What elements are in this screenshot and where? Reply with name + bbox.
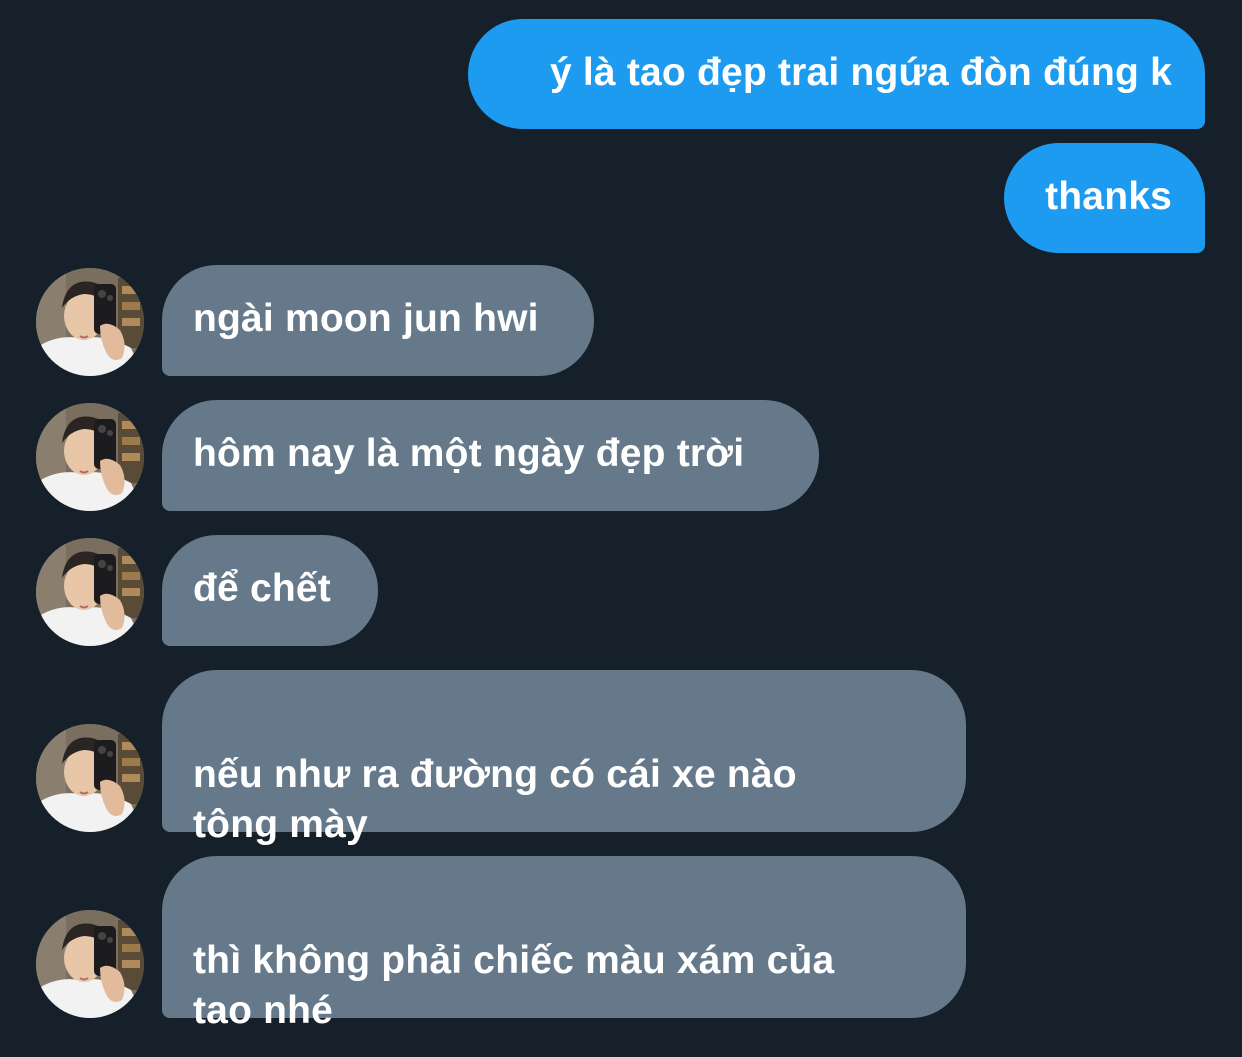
received-message-bubble[interactable]: nếu như ra đường có cái xe nào tông mày <box>162 670 966 846</box>
profile-photo-icon[interactable] <box>36 910 144 1018</box>
profile-photo-icon[interactable] <box>36 403 144 511</box>
message-text: thanks <box>1045 175 1172 218</box>
message-text: ý là tao đẹp trai ngứa đòn đúng k <box>549 51 1172 94</box>
message-text: ngài moon jun hwi <box>193 297 539 340</box>
sent-message-bubble[interactable]: thanks <box>1004 143 1205 253</box>
received-message-bubble[interactable]: hôm nay là một ngày đẹp trời <box>162 400 819 511</box>
message-text: thì không phải chiếc màu xám của tao nhé <box>193 939 835 1032</box>
profile-photo-icon[interactable] <box>36 724 144 832</box>
message-text: hôm nay là một ngày đẹp trời <box>193 432 745 475</box>
profile-photo-icon[interactable] <box>36 268 144 376</box>
sent-message-bubble[interactable]: ý là tao đẹp trai ngứa đòn đúng k <box>468 19 1205 129</box>
message-text: nếu như ra đường có cái xe nào tông mày <box>193 753 797 846</box>
received-message-bubble[interactable]: để chết <box>162 535 378 646</box>
message-text: để chết <box>193 567 331 610</box>
received-message-bubble[interactable]: ngài moon jun hwi <box>162 265 594 376</box>
profile-photo-icon[interactable] <box>36 538 144 646</box>
received-message-bubble[interactable]: thì không phải chiếc màu xám của tao nhé <box>162 856 966 1032</box>
message-thread: ý là tao đẹp trai ngứa đòn đúng k thanks… <box>0 0 1242 1057</box>
